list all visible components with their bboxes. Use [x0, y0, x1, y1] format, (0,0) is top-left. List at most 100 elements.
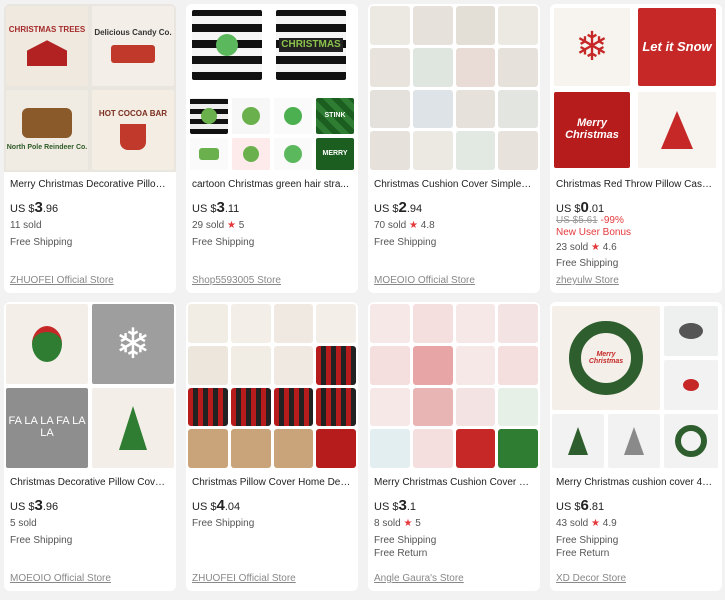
product-card[interactable]: CHRISTMAS STINK MERRY cartoon Christmas …	[186, 4, 358, 293]
pillow-tile	[498, 304, 538, 343]
product-title[interactable]: Merry Christmas cushion cover 45...	[556, 477, 716, 488]
pillow-tile	[498, 47, 538, 87]
pillow-text: CHRISTMAS TREES	[8, 24, 86, 34]
product-card[interactable]: ❄ FA LA LA FA LA LA Christmas Decorative…	[4, 302, 176, 591]
store-link[interactable]: Shop5593005 Store	[192, 275, 281, 286]
mug-image	[120, 124, 146, 151]
shipping-text: Free Shipping	[556, 535, 619, 546]
product-title[interactable]: Merry Christmas Cushion Cover Sa...	[374, 477, 534, 488]
rating-value: 4.8	[420, 220, 435, 231]
sold-text: 5 sold	[10, 518, 37, 529]
product-title[interactable]: Christmas Decorative Pillow Cover ...	[10, 477, 170, 488]
return-info: Free Return	[556, 548, 609, 559]
product-card[interactable]: Christmas Pillow Cover Home Dec... US $4…	[186, 302, 358, 591]
sold-count: 29 sold ★ 5	[192, 220, 244, 231]
product-image[interactable]: Merry Christmas	[550, 302, 722, 470]
bird-icon	[683, 379, 699, 391]
product-title[interactable]: cartoon Christmas green hair stra...	[192, 179, 352, 190]
star-icon: ★	[227, 220, 236, 231]
grinch-face-icon	[242, 107, 260, 125]
product-title[interactable]: Christmas Pillow Cover Home Dec...	[192, 477, 352, 488]
sold-text: 70 sold	[374, 220, 407, 231]
pillow-tile	[370, 47, 410, 87]
store-link[interactable]: zheyulw Store	[556, 275, 619, 286]
original-price: US $5.61	[556, 215, 598, 226]
product-card[interactable]: CHRISTMAS TREES Delicious Candy Co. Nort…	[4, 4, 176, 293]
pillow-tile	[274, 138, 312, 170]
pillow-text: North Pole Reindeer Co.	[6, 144, 88, 152]
pillow-tile	[273, 429, 314, 468]
currency: US $	[556, 203, 581, 215]
price-integer: 4	[216, 497, 225, 514]
pillow-tile	[608, 414, 660, 468]
product-card[interactable]: Merry Christmas Cushion Cover Sa... US $…	[368, 302, 540, 591]
pillow-tile	[370, 89, 410, 129]
pillow-tile	[412, 304, 453, 343]
wreath-image: Merry Christmas	[569, 321, 643, 395]
store-link[interactable]: MOEOIO Official Store	[10, 573, 111, 584]
store-link[interactable]: ZHUOFEI Official Store	[192, 573, 296, 584]
pillow-tile	[638, 92, 716, 168]
pillow-tile: HOT COCOA BAR	[92, 90, 174, 170]
product-title[interactable]: Christmas Cushion Cover Simple P...	[374, 179, 534, 190]
shipping-info: Free Shipping	[556, 535, 618, 546]
pillow-tile: Merry Christmas	[554, 92, 630, 168]
sold-count: 5 sold	[10, 518, 37, 529]
grinch-car-icon	[199, 148, 219, 160]
pillow-tile	[412, 89, 453, 129]
pillow-text: Merry Christmas	[565, 117, 619, 141]
product-card[interactable]: Christmas Cushion Cover Simple P... US $…	[368, 4, 540, 293]
rating-value: 5	[238, 220, 245, 231]
price-decimal: .11	[224, 203, 240, 215]
price-decimal: .1	[406, 501, 416, 513]
store-link[interactable]: Angle Gaura's Store	[374, 573, 464, 584]
wreath-icon	[675, 425, 707, 457]
product-image[interactable]: CHRISTMAS STINK MERRY	[186, 4, 358, 172]
grinch-hand-icon	[216, 34, 238, 56]
pillow-tile	[455, 89, 496, 129]
sold-count: 11 sold	[10, 220, 42, 231]
reindeer-image	[22, 108, 72, 139]
pillow-tile	[190, 98, 228, 134]
rating-value: 4.6	[602, 242, 617, 253]
pillow-tile	[316, 304, 356, 343]
product-image[interactable]: ❄ Let it Snow Merry Christmas	[550, 4, 722, 172]
pillow-tile	[370, 387, 410, 427]
sold-text: 43 sold	[556, 518, 589, 529]
price-decimal: .81	[588, 501, 605, 513]
pillow-tile	[192, 10, 262, 80]
pillow-text: FA LA LA FA LA LA	[8, 415, 86, 439]
price-decimal: .96	[42, 203, 59, 215]
product-price: US $2.94	[374, 199, 422, 216]
product-price: US $3.11	[192, 199, 239, 216]
pillow-tile	[412, 131, 453, 170]
store-link[interactable]: MOEOIO Official Store	[374, 275, 475, 286]
product-title[interactable]: Merry Christmas Decorative Pillow...	[10, 179, 170, 190]
product-image[interactable]	[368, 4, 540, 172]
sold-count: 23 sold ★ 4.6	[556, 242, 617, 253]
pillow-tile	[273, 345, 314, 385]
pillow-tile	[664, 414, 718, 468]
product-image[interactable]: ❄ FA LA LA FA LA LA	[4, 302, 176, 470]
product-image[interactable]	[186, 302, 358, 470]
sold-text: 11 sold	[10, 220, 42, 231]
store-link[interactable]: ZHUOFEI Official Store	[10, 275, 114, 286]
pillow-tile	[498, 429, 538, 468]
pillow-tile	[370, 131, 410, 170]
store-link[interactable]: XD Decor Store	[556, 573, 626, 584]
product-card[interactable]: ❄ Let it Snow Merry Christmas Christmas …	[550, 4, 722, 293]
pillow-tile: FA LA LA FA LA LA	[6, 388, 88, 468]
product-image[interactable]: CHRISTMAS TREES Delicious Candy Co. Nort…	[4, 4, 176, 172]
product-title[interactable]: Christmas Red Throw Pillow Case ...	[556, 179, 716, 190]
product-grid: CHRISTMAS TREES Delicious Candy Co. Nort…	[0, 0, 725, 600]
pillow-tile	[412, 387, 453, 427]
shipping-info: Free Shipping	[192, 237, 254, 248]
pillow-text: HOT COCOA BAR	[98, 108, 168, 118]
product-image[interactable]	[368, 302, 540, 470]
pillow-tile	[455, 304, 496, 343]
star-icon: ★	[403, 518, 413, 529]
pillow-tile	[370, 304, 410, 343]
price-integer: 3	[34, 497, 43, 514]
product-card[interactable]: Merry Christmas Merry Christmas cushion …	[550, 302, 722, 591]
pillow-tile	[455, 131, 496, 170]
